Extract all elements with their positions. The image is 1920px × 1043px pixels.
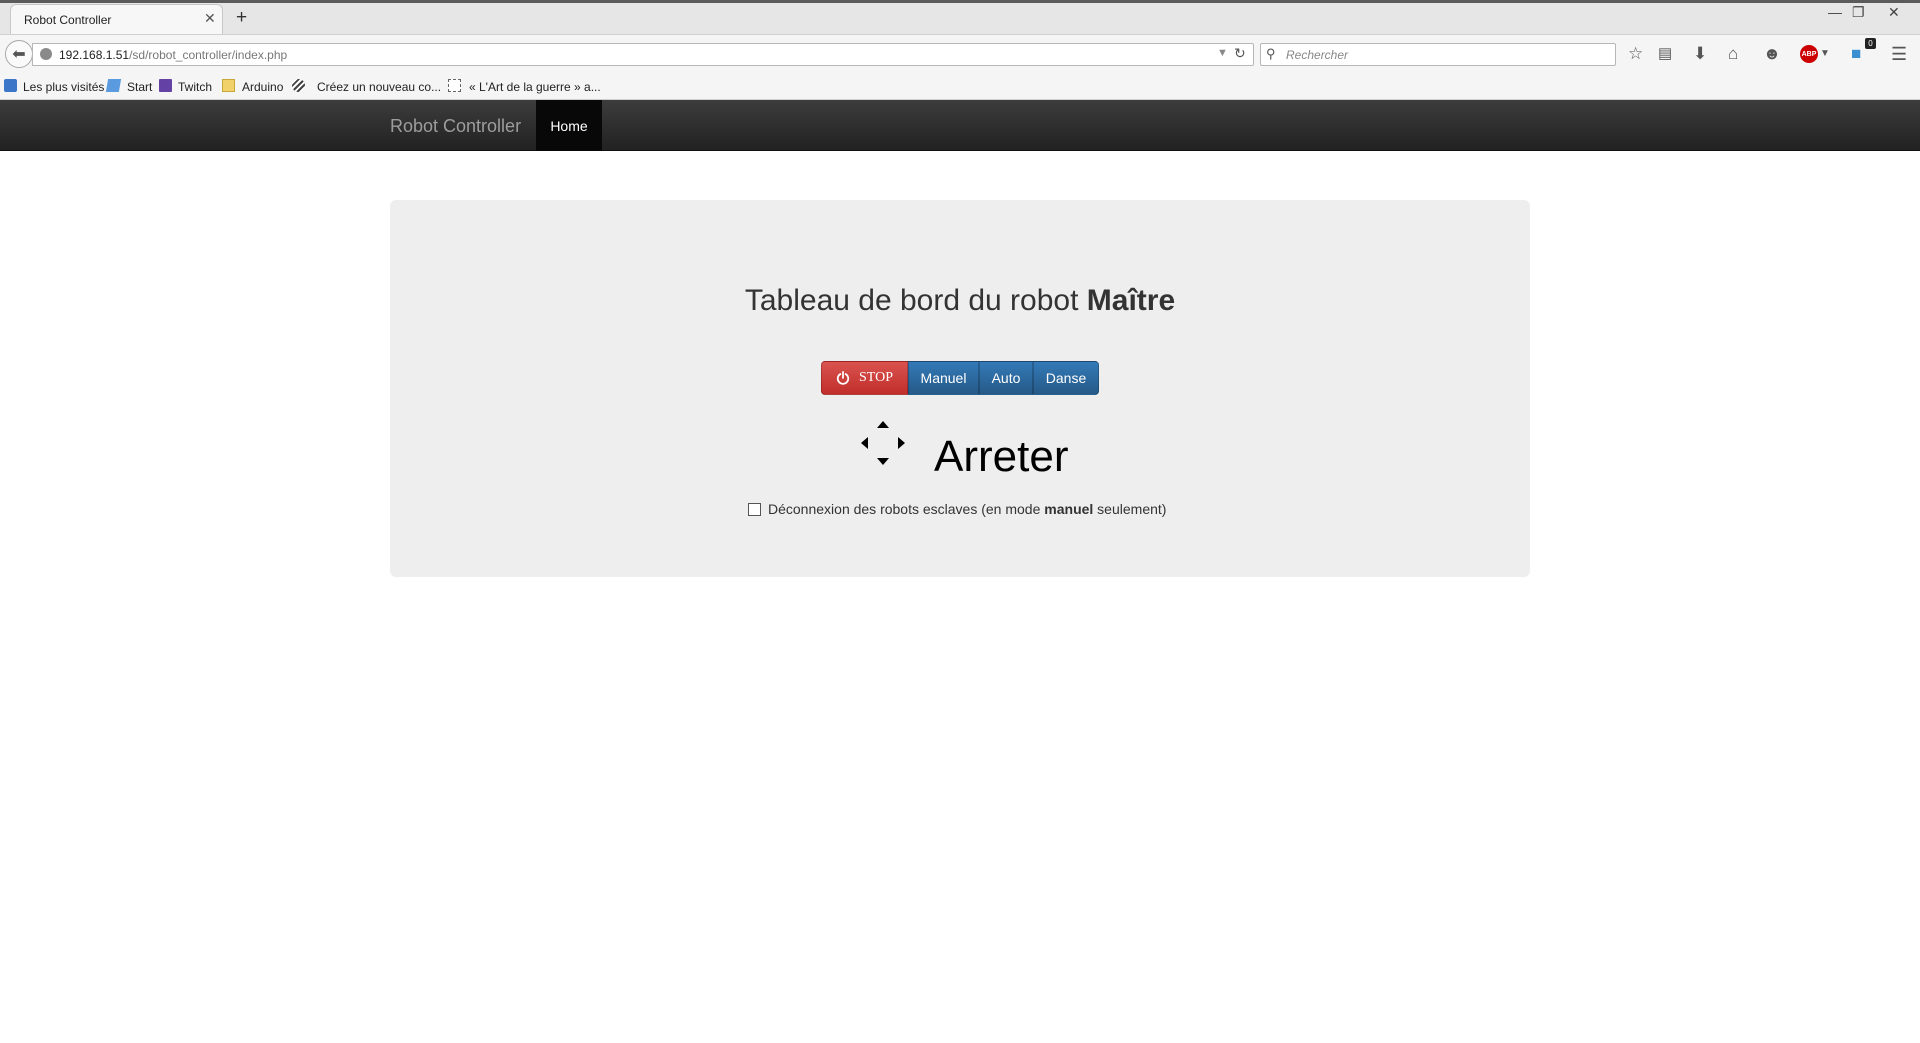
bookmark-start[interactable]: Start <box>127 80 152 94</box>
search-placeholder: Rechercher <box>1286 48 1349 62</box>
bookmark-art-guerre[interactable]: « L'Art de la guerre » a... <box>469 80 601 94</box>
new-tab-icon[interactable]: + <box>236 7 247 29</box>
most-visited-icon <box>4 79 17 92</box>
checkbox-label[interactable]: Déconnexion des robots esclaves (en mode… <box>768 501 1166 517</box>
back-arrow-icon: ⬅ <box>12 46 26 63</box>
search-icon: ⚲ <box>1266 46 1276 61</box>
mode-button-group: STOP Manuel Auto Danse <box>821 361 1099 395</box>
home-icon[interactable]: ⌂ <box>1728 44 1738 64</box>
manuel-button[interactable]: Manuel <box>908 361 979 395</box>
url-dropdown-icon[interactable]: ▼ <box>1217 47 1228 59</box>
notification-icon[interactable]: ■ <box>1851 44 1861 64</box>
move-arrows-icon <box>861 421 905 465</box>
tab-title: Robot Controller <box>24 13 112 27</box>
power-icon <box>836 371 850 385</box>
url-bar[interactable]: 192.168.1.51/sd/robot_controller/index.p… <box>32 43 1254 66</box>
download-icon[interactable]: ⬇ <box>1693 44 1707 64</box>
restore-icon[interactable]: ❐ <box>1852 4 1865 21</box>
bookmark-creez[interactable]: Créez un nouveau co... <box>317 80 441 94</box>
tab-bar <box>0 0 1920 34</box>
bookmark-most-visited[interactable]: Les plus visités <box>23 80 104 94</box>
bookmarks-menu-icon[interactable]: ▤ <box>1658 44 1672 62</box>
chat-icon[interactable]: ☻ <box>1763 44 1781 64</box>
bookmarks-toolbar <box>0 74 1920 100</box>
back-button[interactable]: ⬅ <box>5 40 33 68</box>
url-host: 192.168.1.51 <box>59 48 130 62</box>
reload-icon[interactable]: ↻ <box>1234 45 1246 62</box>
robot-state: Arreter <box>934 432 1069 481</box>
adblock-icon[interactable]: ABP <box>1800 45 1818 63</box>
twitch-icon <box>159 79 172 92</box>
nav-home[interactable]: Home <box>536 100 602 151</box>
blank-page-icon <box>448 79 461 92</box>
start-icon <box>105 79 122 92</box>
url-path: /sd/robot_controller/index.php <box>129 48 288 62</box>
hamburger-menu-icon[interactable]: ☰ <box>1891 44 1907 65</box>
bookmark-star-icon[interactable]: ☆ <box>1628 44 1643 64</box>
site-icon <box>292 79 305 92</box>
bookmark-arduino[interactable]: Arduino <box>242 80 283 94</box>
stop-button[interactable]: STOP <box>821 361 908 395</box>
title-prefix: Tableau de bord du robot <box>744 284 1087 317</box>
auto-button[interactable]: Auto <box>979 361 1033 395</box>
disconnect-slaves-checkbox[interactable] <box>748 502 761 516</box>
notification-badge: 0 <box>1865 38 1876 49</box>
page-title: Tableau de bord du robot Maître <box>390 284 1530 318</box>
folder-icon <box>222 79 235 92</box>
navbar-brand[interactable]: Robot Controller <box>390 116 521 137</box>
robot-name: Maître <box>1086 284 1176 317</box>
adblock-dropdown-icon[interactable]: ▼ <box>1820 48 1830 59</box>
app-navbar <box>0 100 1920 151</box>
stop-label: STOP <box>859 370 893 385</box>
tab-close-icon[interactable]: ✕ <box>204 10 216 27</box>
browser-tab[interactable]: Robot Controller <box>10 4 223 34</box>
minimize-icon[interactable]: — <box>1828 4 1842 20</box>
bookmark-twitch[interactable]: Twitch <box>178 80 212 94</box>
site-identity-icon[interactable] <box>40 48 52 60</box>
disconnect-slaves-row: Déconnexion des robots esclaves (en mode… <box>748 501 1166 517</box>
danse-button[interactable]: Danse <box>1033 361 1099 395</box>
close-window-icon[interactable]: ✕ <box>1888 4 1900 21</box>
search-input[interactable]: Rechercher <box>1260 43 1616 66</box>
